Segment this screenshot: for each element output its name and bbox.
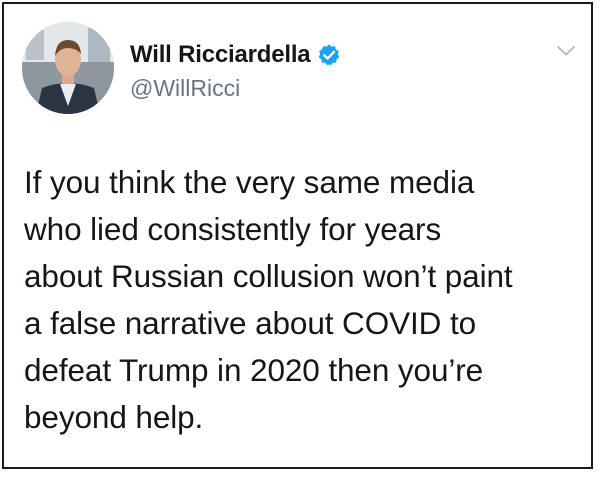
author-name-row[interactable]: Will Ricciardella — [130, 40, 341, 70]
author-handle[interactable]: @WillRicci — [130, 75, 240, 102]
avatar-photo-icon — [22, 22, 114, 114]
verified-badge-icon — [317, 43, 341, 67]
author-avatar[interactable] — [22, 22, 114, 114]
chevron-down-icon[interactable] — [555, 44, 577, 58]
tweet-text: If you think the very same media who lie… — [24, 164, 513, 435]
tweet-card: Will Ricciardella @WillRicci If you thin… — [2, 2, 593, 469]
author-display-name[interactable]: Will Ricciardella — [130, 41, 311, 69]
